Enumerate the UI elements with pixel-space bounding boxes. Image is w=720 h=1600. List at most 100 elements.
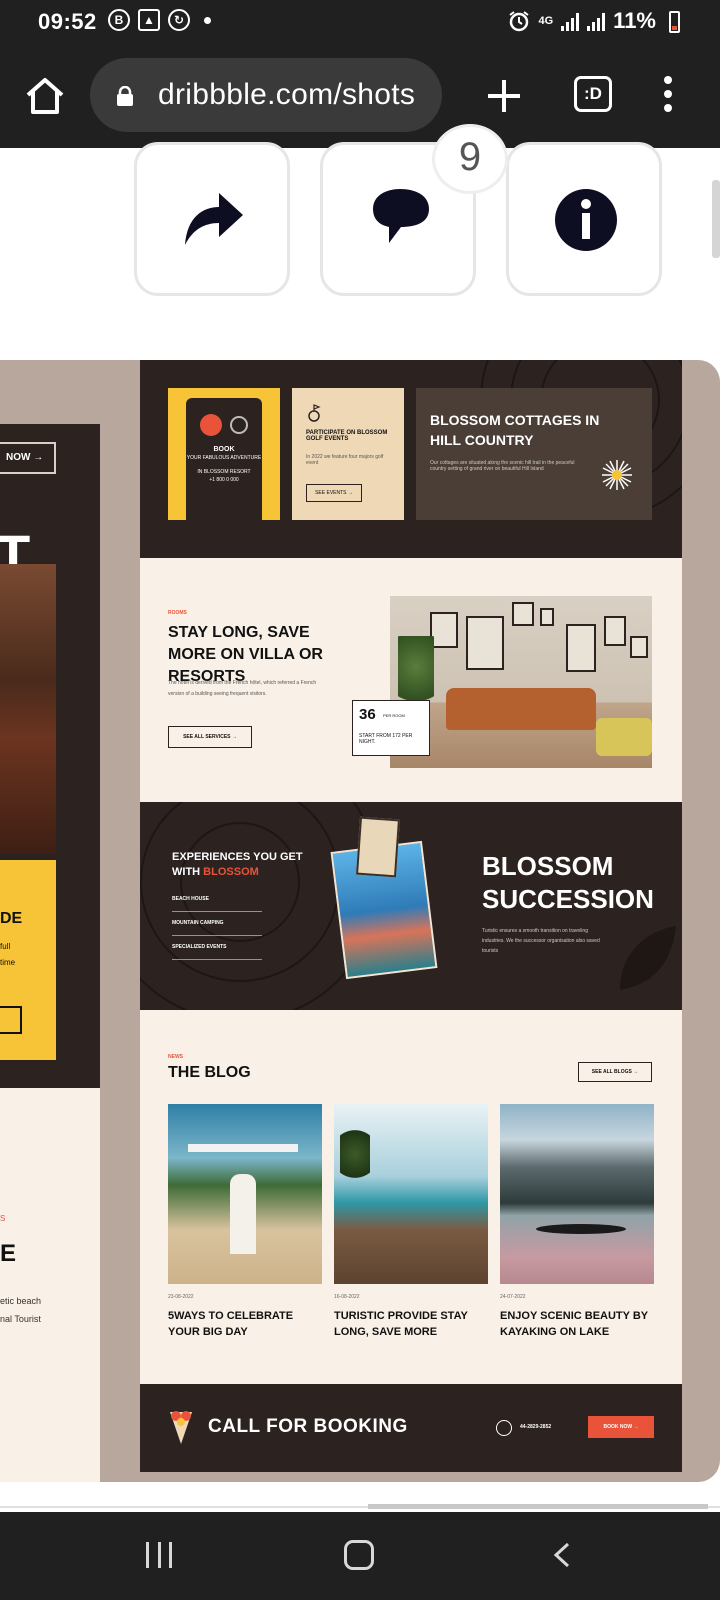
golf-title: PARTICIPATE ON BLOSSOM GOLF EVENTS (306, 430, 388, 442)
blog-post: 24-07-2022 ENJOY SCENIC BEAUTY BY KAYAKI… (500, 1104, 654, 1340)
price-card: 36 PER ROOM START FROM 172 PER NIGHT. (352, 700, 430, 756)
horizontal-scrollbar[interactable] (368, 1504, 708, 1509)
url-bar[interactable]: dribbble.com/shots (90, 58, 442, 132)
book-adventure-card: BOOK YOUR FABULOUS ADVENTURE IN BLOSSOM … (168, 388, 280, 522)
b-circle-icon: B (108, 9, 130, 31)
travel-poster-small (356, 816, 400, 878)
price-note: START FROM 172 PER NIGHT. (359, 733, 413, 745)
post-date: 24-07-2022 (500, 1294, 526, 1300)
more-vertical-icon[interactable] (656, 72, 680, 116)
home-icon[interactable] (24, 76, 66, 116)
experience-item: BEACH HOUSE (172, 896, 262, 912)
battery-icon (669, 11, 680, 33)
price-unit: PER ROOM (383, 713, 405, 718)
info-button[interactable] (506, 142, 662, 296)
succession-desc: Turistic ensures a smooth transition on … (482, 928, 600, 954)
see-all-services-button: SEE ALL SERVICES → (168, 726, 252, 748)
left-yellow-button (0, 1006, 22, 1034)
call-title: CALL FOR BOOKING (208, 1416, 408, 1437)
top-cards-section: BOOK YOUR FABULOUS ADVENTURE IN BLOSSOM … (140, 360, 682, 558)
book-foot: IN BLOSSOM RESORT (197, 469, 251, 475)
left-yellow-line: full (0, 942, 11, 951)
phone-icon (496, 1420, 512, 1436)
blog-post: 23-08-2022 5WAYS TO CELEBRATE YOUR BIG D… (168, 1104, 322, 1340)
url-text[interactable]: dribbble.com/shots (158, 78, 415, 112)
stay-desc: The hotel is derived from the French hôt… (168, 680, 317, 697)
golf-events-card: PARTICIPATE ON BLOSSOM GOLF EVENTS In 20… (292, 388, 404, 520)
back-icon[interactable] (550, 1542, 576, 1568)
book-title: BOOK (213, 446, 235, 453)
cottages-title: BLOSSOM COTTAGES IN HILL COUNTRY (430, 412, 600, 448)
battery-percent: 11% (613, 8, 656, 33)
recents-icon[interactable] (146, 1542, 172, 1568)
book-sub: YOUR FABULOUS ADVENTURE (186, 455, 262, 461)
signal-icon (587, 11, 606, 31)
sign-graphic: BOOK YOUR FABULOUS ADVENTURE IN BLOSSOM … (186, 398, 262, 522)
left-eyebrow: S (0, 1214, 6, 1223)
deck-image (334, 1104, 488, 1284)
dot-icon (204, 16, 211, 24)
alarm-icon (509, 11, 530, 32)
book-phone: +1 800 0 000 (209, 477, 239, 483)
cottages-card: BLOSSOM COTTAGES IN HILL COUNTRY Our cot… (416, 388, 652, 520)
see-all-blogs-button: SEE ALL BLOGS → (578, 1062, 652, 1082)
golf-desc: In 2022 we feature four majors golf even… (306, 454, 384, 466)
house-image (0, 564, 56, 854)
post-title: ENJOY SCENIC BEAUTY BY KAYAKING ON LAKE (500, 1310, 648, 1338)
left-yellow-line: time (0, 958, 16, 967)
share-button[interactable] (134, 142, 290, 296)
status-left-icons: B ▲ ↻ (108, 9, 211, 31)
succession-heading: BLOSSOM SUCCESSION (482, 851, 654, 914)
experience-item: SPECIALIZED EVENTS (172, 944, 262, 960)
left-desc-line: etic beach (0, 1296, 42, 1306)
wedding-image (168, 1104, 322, 1284)
share-arrow-icon (185, 193, 243, 245)
left-now-button: NOW → (0, 442, 56, 474)
left-heading: E (0, 1240, 17, 1267)
status-bar: 09:52 B ▲ ↻ 4G 11% (0, 0, 720, 46)
post-title: 5WAYS TO CELEBRATE YOUR BIG DAY (168, 1310, 294, 1338)
comment-count-badge: 9 (432, 124, 508, 194)
stay-section: ROOMS STAY LONG, SAVE MORE ON VILLA OR R… (140, 558, 682, 802)
flower-icon (602, 460, 632, 490)
post-title: TURISTIC PROVIDE STAY LONG, SAVE MORE (334, 1310, 468, 1338)
status-time: 09:52 (38, 9, 97, 34)
comment-icon (373, 189, 429, 243)
image-icon: ▲ (138, 9, 160, 31)
see-events-button: SEE EVENTS → (306, 484, 362, 502)
left-preview-panel: NOW → T DE full time S E etic beach nal … (0, 424, 100, 1482)
leaf-icon (620, 926, 676, 990)
blog-title: THE BLOG (168, 1064, 251, 1081)
blog-post: 16-08-2022 TURISTIC PROVIDE STAY LONG, S… (334, 1104, 488, 1340)
post-date: 16-08-2022 (334, 1294, 360, 1300)
system-nav-bar (0, 1512, 720, 1600)
left-yellow-card: DE full time (0, 860, 56, 1060)
browser-toolbar: dribbble.com/shots :D (0, 46, 720, 148)
info-icon (555, 189, 617, 251)
home-icon[interactable] (344, 1540, 374, 1570)
flower-bouquet-icon (170, 1411, 192, 1444)
kayak-image (500, 1104, 654, 1284)
main-preview-panel: BOOK YOUR FABULOUS ADVENTURE IN BLOSSOM … (140, 360, 682, 1482)
book-now-button: BOOK NOW → (588, 1416, 654, 1438)
experience-item: MOUNTAIN CAMPING (172, 920, 262, 936)
network-type: 4G (538, 15, 554, 27)
left-yellow-text: DE (0, 910, 23, 927)
experience-title: EXPERIENCES YOU GET WITH BLOSSOM (172, 851, 303, 878)
plus-icon[interactable] (484, 76, 524, 116)
left-desc-line: nal Tourist (0, 1314, 41, 1324)
cottages-desc: Our cottages are situated along the scen… (430, 460, 575, 472)
sync-icon: ↻ (168, 9, 190, 31)
status-right-icons: 4G 11% (508, 8, 674, 34)
phone-number: 44-2829-2852 (520, 1424, 552, 1430)
call-booking-section: CALL FOR BOOKING 44-2829-2852 BOOK NOW → (140, 1384, 682, 1472)
blog-section: NEWS THE BLOG SEE ALL BLOGS → 23-08-2022… (140, 1010, 682, 1384)
tabs-icon[interactable]: :D (574, 76, 612, 112)
vertical-scrollbar[interactable] (712, 180, 720, 258)
left-cream-section: S E etic beach nal Tourist (0, 1088, 100, 1482)
golf-icon (308, 404, 321, 422)
lock-icon (117, 86, 133, 106)
experience-section: EXPERIENCES YOU GET WITH BLOSSOM BEACH H… (140, 802, 682, 1010)
price-value: 36 (359, 706, 376, 723)
blog-eyebrow: NEWS (168, 1054, 183, 1060)
